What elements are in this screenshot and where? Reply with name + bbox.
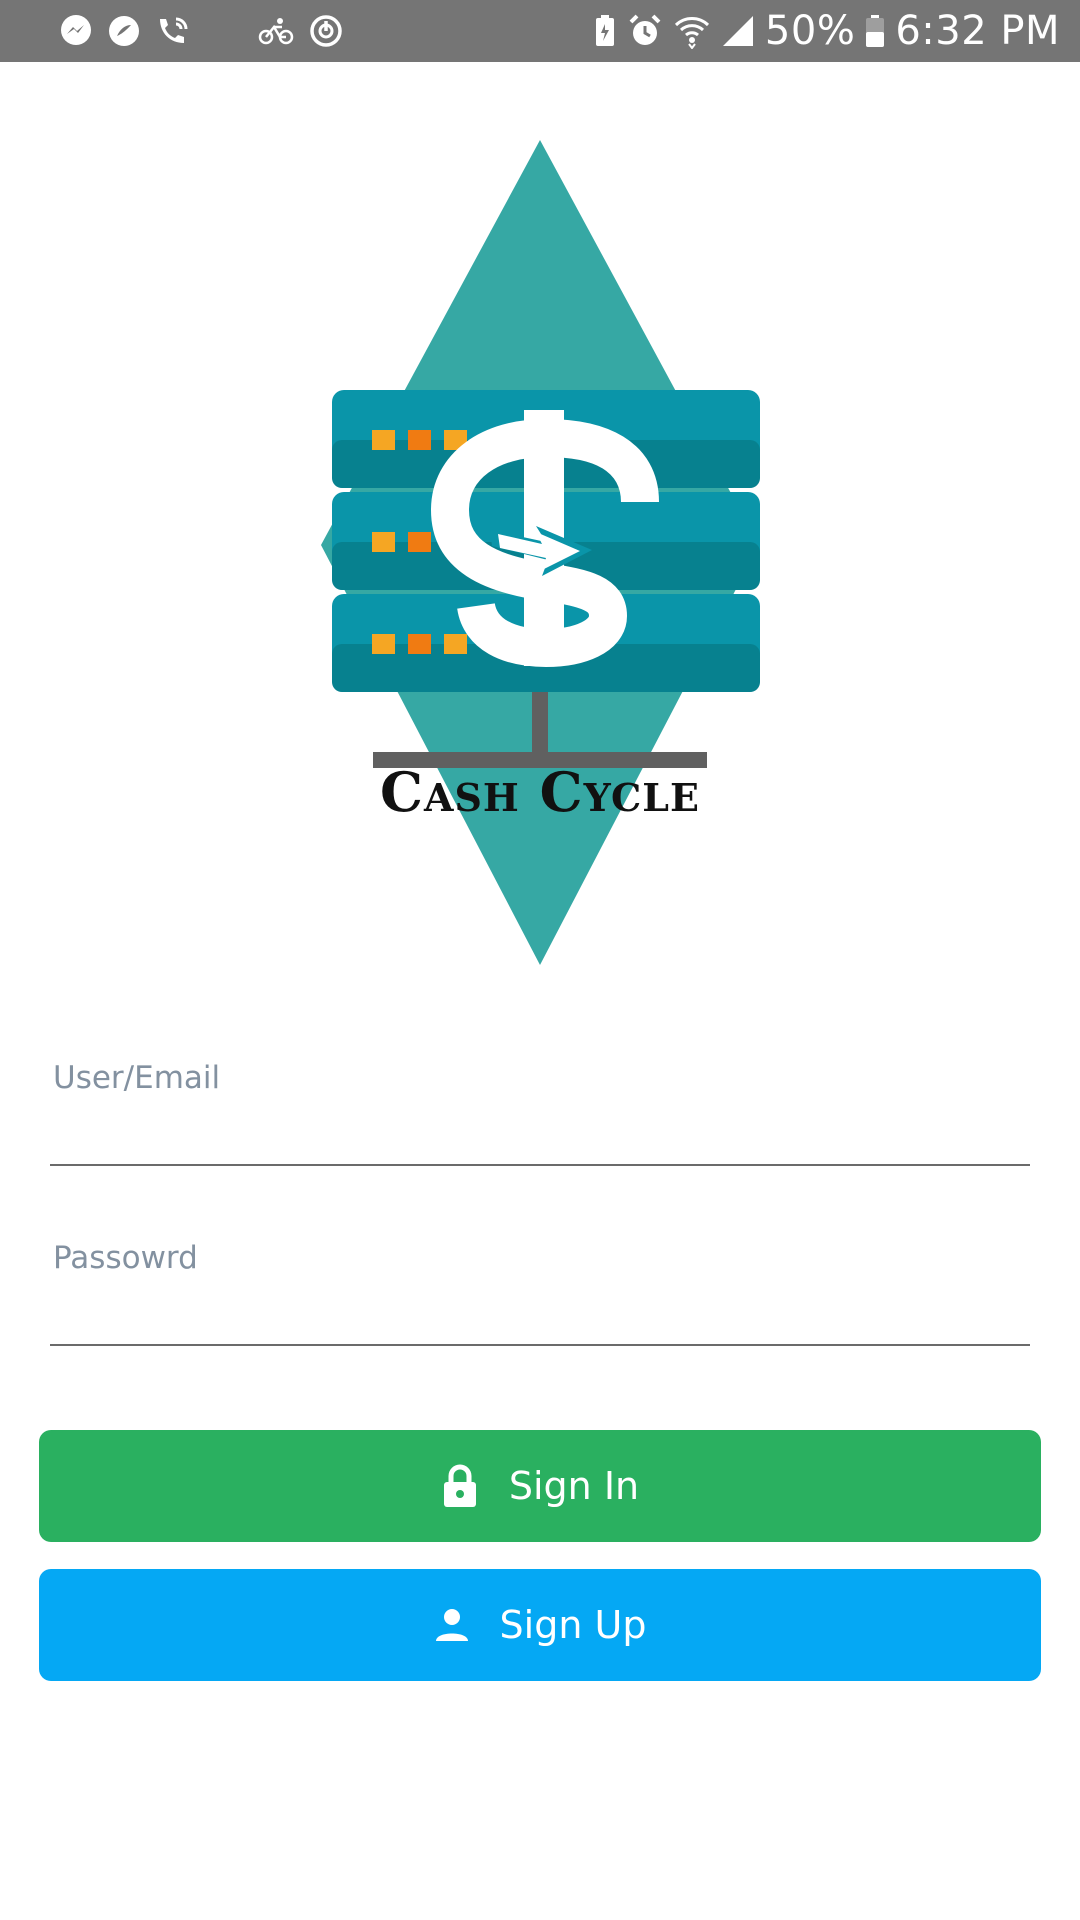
battery-icon bbox=[865, 13, 885, 49]
password-input[interactable] bbox=[50, 1276, 1030, 1346]
battery-percent: 50% bbox=[764, 8, 856, 54]
logo-text: Cash Cycle bbox=[380, 760, 700, 824]
wifi-icon bbox=[673, 13, 711, 49]
status-bar: 50% 6:32 PM bbox=[0, 0, 1080, 62]
clock-time: 6:32 PM bbox=[895, 8, 1060, 54]
cash-cycle-logo-graphic bbox=[321, 140, 760, 965]
data-saver-icon bbox=[106, 13, 142, 49]
power-timer-icon bbox=[308, 13, 344, 49]
status-bar-left bbox=[58, 0, 344, 62]
sign-in-button[interactable]: Sign In bbox=[39, 1430, 1041, 1542]
status-bar-right: 50% 6:32 PM bbox=[593, 0, 1060, 62]
app-logo: Cash Cycle bbox=[0, 130, 1080, 970]
password-field: Passowrd bbox=[50, 1240, 1030, 1346]
alarm-icon bbox=[627, 13, 663, 49]
wifi-call-icon bbox=[154, 13, 192, 49]
sign-up-label: Sign Up bbox=[499, 1603, 647, 1647]
password-label: Passowrd bbox=[53, 1240, 198, 1276]
messenger-icon bbox=[58, 13, 94, 49]
person-icon bbox=[434, 1607, 470, 1643]
battery-saver-icon bbox=[593, 13, 617, 49]
user-email-field: User/Email bbox=[50, 1060, 1030, 1166]
user-email-label: User/Email bbox=[53, 1060, 221, 1096]
user-email-input[interactable] bbox=[50, 1096, 1030, 1166]
signal-icon bbox=[721, 14, 755, 48]
sign-up-button[interactable]: Sign Up bbox=[39, 1569, 1041, 1681]
sign-in-label: Sign In bbox=[508, 1464, 640, 1508]
bike-icon bbox=[256, 13, 296, 49]
lock-icon bbox=[441, 1464, 479, 1508]
